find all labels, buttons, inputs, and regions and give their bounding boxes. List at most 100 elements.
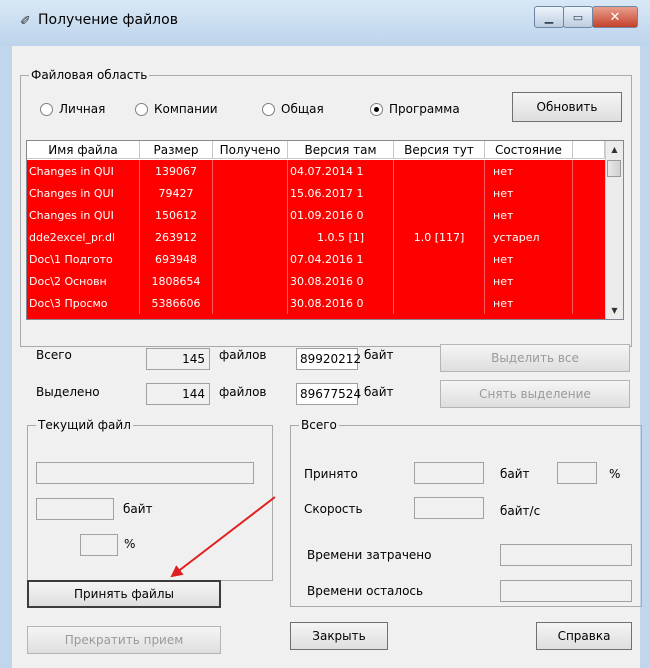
window-controls: ▁ ▭ ✕: [534, 6, 638, 28]
cell-status: нет: [485, 292, 573, 314]
cell-name: Doc\3 Просмо: [27, 292, 140, 314]
minimize-icon: ▁: [544, 10, 554, 24]
radio-company[interactable]: Компании: [135, 102, 218, 116]
cell-received: [213, 226, 288, 248]
cell-version-here: [394, 248, 485, 270]
column-header-version-there[interactable]: Версия там: [288, 141, 394, 159]
accept-files-button[interactable]: Принять файлы: [27, 580, 221, 608]
current-file-name-field: [36, 462, 254, 484]
select-all-button[interactable]: Выделить все: [440, 344, 630, 372]
received-label: Принято: [304, 467, 358, 481]
table-row[interactable]: dde2excel_pr.dl 263912 1.0.5 [1] 1.0 [11…: [27, 226, 605, 248]
table-body: Changes in QUI 139067 04.07.2014 1 нет C…: [27, 160, 605, 319]
table-row[interactable]: Changes in QUI 150612 01.09.2016 0 нет: [27, 204, 605, 226]
table-row[interactable]: Doc\1 Подгото 693948 07.04.2016 1 нет: [27, 248, 605, 270]
help-button[interactable]: Справка: [536, 622, 632, 650]
radio-program[interactable]: Программа: [370, 102, 460, 116]
cell-name: Changes in QUI: [27, 204, 140, 226]
window-title: Получение файлов: [38, 12, 178, 28]
cell-version-there: 07.04.2016 1: [288, 248, 394, 270]
elapsed-label: Времени затрачено: [307, 548, 432, 562]
cell-version-there: 04.07.2014 1: [288, 160, 394, 182]
selected-label: Выделено: [36, 385, 100, 399]
window: ✐ Получение файлов ▁ ▭ ✕ Файловая област…: [0, 0, 650, 668]
received-bytes-field: [414, 462, 484, 484]
selected-bytes-field: 89677524: [296, 383, 361, 405]
received-percent-field: [557, 462, 597, 484]
received-bytes-label: байт: [500, 467, 530, 481]
cell-version-there: 30.08.2016 0: [288, 270, 394, 292]
total-bytes-field: 89920212: [296, 348, 361, 370]
cell-version-here: [394, 270, 485, 292]
radio-common-circle[interactable]: [262, 102, 275, 116]
close-icon: ✕: [609, 9, 621, 25]
cell-name: Changes in QUI: [27, 182, 140, 204]
scroll-thumb[interactable]: [607, 160, 621, 177]
minimize-button[interactable]: ▁: [534, 6, 564, 28]
cell-status: устарел: [485, 226, 573, 248]
close-window-button[interactable]: ✕: [592, 6, 638, 28]
cell-size: 79427: [140, 182, 213, 204]
close-button[interactable]: Закрыть: [290, 622, 388, 650]
radio-company-label: Компании: [154, 102, 218, 116]
selected-count-field: 144: [146, 383, 210, 405]
cell-name: Doc\2 Основн: [27, 270, 140, 292]
radio-personal[interactable]: Личная: [40, 102, 105, 116]
refresh-button[interactable]: Обновить: [512, 92, 622, 122]
maximize-button[interactable]: ▭: [563, 6, 593, 28]
deselect-button[interactable]: Снять выделение: [440, 380, 630, 408]
cell-name: Changes in QUI: [27, 160, 140, 182]
title-bar[interactable]: ✐ Получение файлов ▁ ▭ ✕: [0, 0, 650, 46]
cell-version-here: [394, 292, 485, 314]
scroll-up-icon[interactable]: ▲: [606, 141, 623, 158]
cell-size: 139067: [140, 160, 213, 182]
total-files-label: файлов: [219, 348, 267, 362]
table-scrollbar[interactable]: ▲ ▼: [605, 141, 623, 319]
stop-receive-button[interactable]: Прекратить прием: [27, 626, 221, 654]
feather-icon: ✐: [20, 14, 31, 29]
column-header-size[interactable]: Размер: [140, 141, 213, 159]
table-row[interactable]: Doc\2 Основн 1808654 30.08.2016 0 нет: [27, 270, 605, 292]
total-count-field: 145: [146, 348, 210, 370]
column-header-received[interactable]: Получено: [213, 141, 288, 159]
table-row[interactable]: Changes in QUI 139067 04.07.2014 1 нет: [27, 160, 605, 182]
radio-program-circle[interactable]: [370, 102, 383, 116]
cell-version-here: [394, 160, 485, 182]
table-row[interactable]: Doc\3 Просмо 5386606 30.08.2016 0 нет: [27, 292, 605, 314]
speed-unit-label: байт/с: [500, 504, 541, 518]
cell-version-here: 1.0 [117]: [394, 226, 485, 248]
cell-status: нет: [485, 182, 573, 204]
file-table[interactable]: Имя файла Размер Получено Версия там Вер…: [26, 140, 624, 320]
table-header: Имя файла Размер Получено Версия там Вер…: [27, 141, 605, 160]
column-header-name[interactable]: Имя файла: [27, 141, 140, 159]
current-file-percent-label: %: [124, 537, 136, 551]
cell-size: 693948: [140, 248, 213, 270]
cell-received: [213, 182, 288, 204]
cell-status: нет: [485, 248, 573, 270]
radio-common-label: Общая: [281, 102, 324, 116]
radio-company-circle[interactable]: [135, 102, 148, 116]
radio-personal-circle[interactable]: [40, 102, 53, 116]
column-header-version-here[interactable]: Версия тут: [394, 141, 485, 159]
selected-files-label: файлов: [219, 385, 267, 399]
maximize-icon: ▭: [572, 10, 584, 24]
scroll-down-icon[interactable]: ▼: [606, 302, 623, 319]
cell-status: нет: [485, 160, 573, 182]
column-header-status[interactable]: Состояние: [485, 141, 573, 159]
cell-version-there: 30.08.2016 0: [288, 292, 394, 314]
cell-size: 263912: [140, 226, 213, 248]
cell-received: [213, 292, 288, 314]
cell-version-here: [394, 182, 485, 204]
selected-bytes-label: байт: [364, 385, 394, 399]
cell-size: 150612: [140, 204, 213, 226]
cell-status: нет: [485, 204, 573, 226]
cell-size: 1808654: [140, 270, 213, 292]
current-file-percent-field: [80, 534, 118, 556]
radio-common[interactable]: Общая: [262, 102, 324, 116]
speed-field: [414, 497, 484, 519]
remaining-label: Времени осталось: [307, 584, 424, 598]
cell-name: dde2excel_pr.dl: [27, 226, 140, 248]
speed-label: Скорость: [304, 502, 363, 516]
table-row[interactable]: Changes in QUI 79427 15.06.2017 1 нет: [27, 182, 605, 204]
cell-version-here: [394, 204, 485, 226]
